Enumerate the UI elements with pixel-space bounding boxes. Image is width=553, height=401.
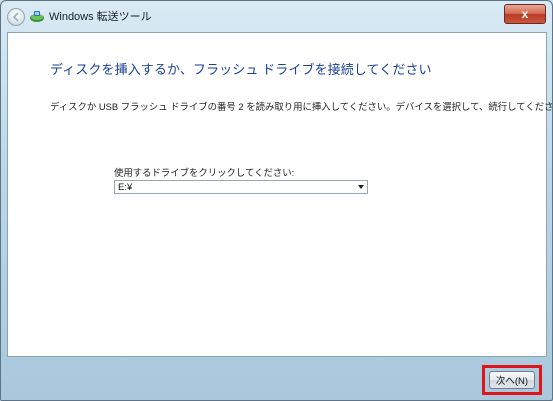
drive-dropdown[interactable]: E:¥	[114, 180, 368, 194]
drive-dropdown-value: E:¥	[118, 182, 133, 193]
title-bar: Windows 転送ツール x	[1, 1, 552, 31]
instruction-text: ディスクか USB フラッシュ ドライブの番号 2 を読み取り用に挿入してくださ…	[50, 101, 553, 112]
drive-select-label: 使用するドライブをクリックしてください:	[114, 167, 295, 178]
wizard-window: Windows 転送ツール x ディスクを挿入するか、フラッシュ ドライブを接続…	[0, 0, 553, 401]
dropdown-arrow-icon	[358, 185, 364, 189]
window-title: Windows 転送ツール	[49, 11, 152, 23]
close-button[interactable]: x	[504, 4, 546, 24]
back-arrow-icon	[12, 12, 19, 22]
wizard-footer: 次へ(N)	[1, 355, 552, 400]
transfer-icon	[30, 11, 44, 22]
back-button[interactable]	[7, 8, 25, 26]
next-button[interactable]: 次へ(N)	[489, 371, 535, 389]
close-icon: x	[521, 7, 529, 21]
page-heading: ディスクを挿入するか、フラッシュ ドライブを接続してください	[50, 62, 432, 77]
wizard-content: ディスクを挿入するか、フラッシュ ドライブを接続してください ディスクか USB…	[7, 32, 552, 357]
